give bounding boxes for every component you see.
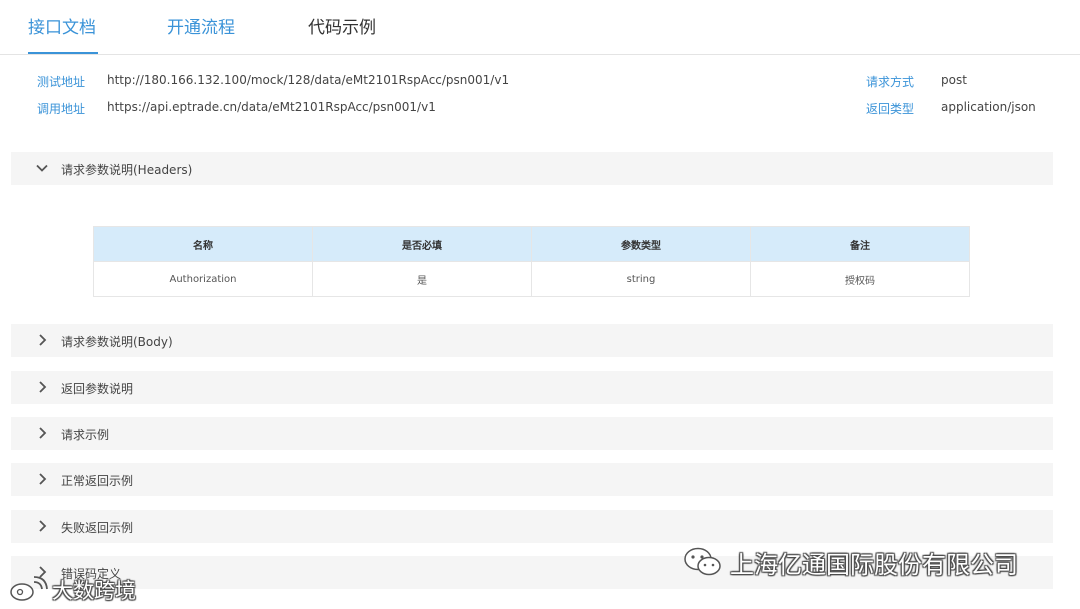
info-row-test-url: 测试地址 http://180.166.132.100/mock/128/dat… bbox=[0, 73, 1080, 93]
call-url-value[interactable]: https://api.eptrade.cn/data/eMt2101RspAc… bbox=[107, 100, 436, 114]
info-row-call-url: 调用地址 https://api.eptrade.cn/data/eMt2101… bbox=[0, 100, 1080, 120]
chevron-right-icon bbox=[35, 472, 49, 486]
wechat-icon bbox=[682, 546, 724, 578]
tab-api-docs[interactable]: 接口文档 bbox=[28, 13, 96, 38]
column-header-type: 参数类型 bbox=[531, 226, 751, 262]
cell-required: 是 bbox=[312, 261, 532, 297]
chevron-down-icon bbox=[35, 161, 49, 175]
call-url-label: 调用地址 bbox=[37, 102, 86, 116]
section-title: 请求参数说明(Headers) bbox=[61, 163, 193, 177]
test-url-value[interactable]: http://180.166.132.100/mock/128/data/eMt… bbox=[107, 73, 509, 87]
weibo-icon bbox=[8, 576, 48, 602]
tab-activation-process[interactable]: 开通流程 bbox=[167, 13, 235, 38]
cell-type: string bbox=[531, 261, 751, 297]
chevron-right-icon bbox=[35, 519, 49, 533]
section-title: 失败返回示例 bbox=[61, 521, 134, 535]
table-header-row: 名称 是否必填 参数类型 备注 bbox=[93, 226, 970, 262]
chevron-right-icon bbox=[35, 333, 49, 347]
section-request-example[interactable]: 请求示例 bbox=[11, 417, 1053, 450]
section-title: 请求参数说明(Body) bbox=[61, 335, 173, 349]
cell-remark: 授权码 bbox=[750, 261, 970, 297]
cell-name: Authorization bbox=[93, 261, 313, 297]
section-title: 请求示例 bbox=[61, 428, 110, 442]
chevron-right-icon bbox=[35, 380, 49, 394]
section-failure-example[interactable]: 失败返回示例 bbox=[11, 510, 1053, 543]
method-value: post bbox=[941, 73, 967, 87]
chevron-right-icon bbox=[35, 426, 49, 440]
table-row: Authorization 是 string 授权码 bbox=[93, 261, 970, 297]
watermark-company-text: 上海亿通国际股份有限公司 bbox=[730, 551, 1018, 579]
section-success-example[interactable]: 正常返回示例 bbox=[11, 463, 1053, 496]
headers-table: 名称 是否必填 参数类型 备注 Authorization 是 string 授… bbox=[93, 226, 970, 297]
section-title: 返回参数说明 bbox=[61, 382, 134, 396]
return-type-value: application/json bbox=[941, 100, 1036, 114]
tab-code-examples[interactable]: 代码示例 bbox=[308, 13, 376, 38]
return-type-label: 返回类型 bbox=[866, 102, 915, 116]
section-request-body[interactable]: 请求参数说明(Body) bbox=[11, 324, 1053, 357]
section-response-params[interactable]: 返回参数说明 bbox=[11, 371, 1053, 404]
tab-bar: 接口文档 开通流程 代码示例 bbox=[0, 0, 1080, 55]
section-title: 正常返回示例 bbox=[61, 474, 134, 488]
method-label: 请求方式 bbox=[866, 75, 915, 89]
section-request-headers[interactable]: 请求参数说明(Headers) bbox=[11, 152, 1053, 185]
test-url-label: 测试地址 bbox=[37, 75, 86, 89]
column-header-required: 是否必填 bbox=[312, 226, 532, 262]
watermark-brand-text: 大数跨境 bbox=[52, 579, 136, 603]
column-header-remark: 备注 bbox=[750, 226, 970, 262]
active-tab-indicator bbox=[28, 52, 98, 54]
column-header-name: 名称 bbox=[93, 226, 313, 262]
